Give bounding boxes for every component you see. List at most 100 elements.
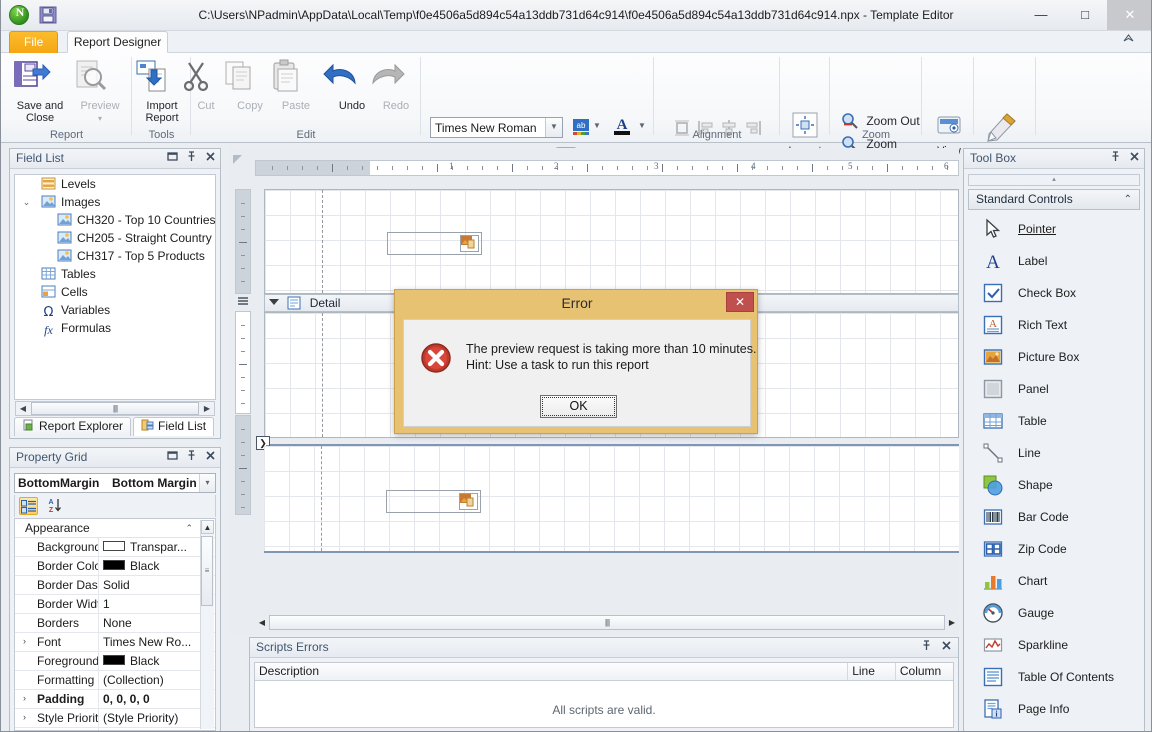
property-row[interactable]: Background Transpar... <box>15 538 215 557</box>
font-color-chevron-down-icon[interactable]: ▼ <box>638 121 646 130</box>
align-to-grid-icon[interactable] <box>672 118 692 138</box>
text-highlight-icon[interactable]: ab <box>571 117 591 137</box>
property-value[interactable]: Black <box>99 652 215 670</box>
object-selector-chevron-down-icon[interactable]: ▾ <box>199 474 215 492</box>
paste-button[interactable]: Paste <box>265 57 327 112</box>
tool-item-picture-box[interactable]: Picture Box <box>968 341 1140 373</box>
tree-node-ch317[interactable]: CH317 - Top 5 Products <box>15 247 215 265</box>
tool-item-gauge[interactable]: Gauge <box>968 597 1140 629</box>
scroll-thumb[interactable]: ≡ <box>201 536 213 606</box>
font-name-combo[interactable]: Times New Roman ▼ <box>430 117 563 138</box>
expand-icon[interactable]: › <box>23 712 26 722</box>
scripts-errors-pin-icon[interactable] <box>921 640 932 651</box>
expand-icon[interactable]: › <box>23 693 26 703</box>
property-grid-rows[interactable]: Appearance ⌃ Background Transpar... Bord… <box>14 518 216 731</box>
property-value[interactable]: Transpar... <box>99 538 215 556</box>
property-grid-restore-icon[interactable] <box>167 450 178 461</box>
error-ok-button[interactable]: OK <box>540 395 617 418</box>
align-lefts-icon[interactable] <box>696 118 716 138</box>
property-row[interactable]: › St (Collection) <box>15 728 215 730</box>
tool-box-close-icon[interactable] <box>1129 151 1140 162</box>
property-row[interactable]: Border Widt 1 <box>15 595 215 614</box>
categorized-view-icon[interactable] <box>19 497 38 515</box>
scroll-left-icon[interactable]: ◀ <box>255 618 269 627</box>
tool-item-chart[interactable]: Chart <box>968 565 1140 597</box>
column-header-column[interactable]: Column <box>896 663 953 680</box>
report-control-picturebox-2[interactable] <box>386 490 481 513</box>
band-resize-handle[interactable] <box>235 296 251 310</box>
property-row[interactable]: Border Colo Black <box>15 557 215 576</box>
tool-box-scroll-up-button[interactable]: ▴ <box>968 174 1140 186</box>
property-row[interactable]: Borders None <box>15 614 215 633</box>
property-value[interactable]: Times New Ro... <box>99 633 215 651</box>
property-value[interactable]: (Collection) <box>99 671 215 689</box>
highlight-chevron-down-icon[interactable]: ▼ <box>593 121 601 130</box>
scroll-thumb[interactable]: |||| <box>31 402 199 415</box>
property-row[interactable]: › Padding 0, 0, 0, 0 <box>15 690 215 709</box>
tree-node-variables[interactable]: Ω Variables <box>15 301 215 319</box>
tool-item-rich-text[interactable]: A Rich Text <box>968 309 1140 341</box>
property-value[interactable]: None <box>99 614 215 632</box>
zoom-out-button[interactable]: Zoom Out <box>841 112 920 129</box>
category-collapse-icon[interactable]: ⌃ <box>185 519 193 537</box>
property-value[interactable]: 0, 0, 0, 0 <box>99 690 215 708</box>
property-grid-vertical-scrollbar[interactable]: ▲ ≡ <box>200 520 214 729</box>
tree-node-ch320[interactable]: CH320 - Top 10 Countries Sal <box>15 211 215 229</box>
field-list-pin-icon[interactable] <box>186 151 197 162</box>
property-row[interactable]: › Style Priority (Style Priority) <box>15 709 215 728</box>
ribbon-help-icon[interactable] <box>1122 32 1135 45</box>
property-grid-close-icon[interactable] <box>205 450 216 461</box>
tool-item-check-box[interactable]: Check Box <box>968 277 1140 309</box>
expander-icon[interactable]: ⌄ <box>21 196 32 208</box>
tree-node-formulas[interactable]: fx Formulas <box>15 319 215 337</box>
property-value[interactable]: Solid <box>99 576 215 594</box>
tool-item-sparkline[interactable]: Sparkline <box>968 629 1140 661</box>
report-control-picturebox-1[interactable] <box>387 232 482 255</box>
font-name-chevron-down-icon[interactable]: ▼ <box>545 118 562 137</box>
property-row[interactable]: Formatting F (Collection) <box>15 671 215 690</box>
field-list-tree[interactable]: Levels ⌄ Images CH320 - Top 10 Countries… <box>14 174 216 400</box>
tool-item-table-of-contents[interactable]: Table Of Contents <box>968 661 1140 693</box>
maximize-button[interactable]: □ <box>1063 0 1107 30</box>
canvas-horizontal-scrollbar[interactable]: ◀ |||| ▶ <box>255 614 959 631</box>
scroll-right-icon[interactable]: ▶ <box>200 404 214 413</box>
minimize-button[interactable]: — <box>1019 0 1063 30</box>
field-list-horizontal-scrollbar[interactable]: ◀ |||| ▶ <box>15 401 215 416</box>
column-header-description[interactable]: Description <box>255 663 849 680</box>
sort-az-icon[interactable]: AZ <box>47 497 66 515</box>
tab-field-list[interactable]: Field List <box>133 417 215 436</box>
field-list-close-icon[interactable] <box>205 151 216 162</box>
tab-file[interactable]: File <box>9 31 59 53</box>
scroll-up-icon[interactable]: ▲ <box>201 520 214 534</box>
property-value[interactable]: (Collection) <box>99 728 215 730</box>
property-row[interactable]: Border Dash Solid <box>15 576 215 595</box>
category-collapse-icon[interactable]: ⌃ <box>1124 190 1132 209</box>
align-rights-icon[interactable] <box>743 118 763 138</box>
property-row[interactable]: Foreground Black <box>15 652 215 671</box>
font-color-icon[interactable]: A <box>611 115 633 138</box>
tree-node-ch205[interactable]: CH205 - Straight Country - Sal <box>15 229 215 247</box>
quick-access-customize-icon[interactable]: chevron-down-icon <box>76 6 94 24</box>
tree-node-images[interactable]: ⌄ Images <box>15 193 215 211</box>
property-grid-object-selector[interactable]: BottomMargin Bottom Margin ▾ <box>14 473 216 493</box>
tool-item-bar-code[interactable]: Bar Code <box>968 501 1140 533</box>
tool-box-item-list[interactable]: Pointer A Label Check Box A Rich Text Pi… <box>968 213 1140 731</box>
scroll-thumb[interactable]: |||| <box>269 615 945 630</box>
property-value[interactable]: Black <box>99 557 215 575</box>
tree-node-levels[interactable]: Levels <box>15 175 215 193</box>
scripts-errors-grid[interactable]: Description Line Column All scripts are … <box>254 662 954 728</box>
scroll-left-icon[interactable]: ◀ <box>16 404 30 413</box>
property-row[interactable]: › Font Times New Ro... <box>15 633 215 652</box>
tool-item-panel[interactable]: Panel <box>968 373 1140 405</box>
tool-item-line[interactable]: Line <box>968 437 1140 469</box>
property-value[interactable]: (Style Priority) <box>99 709 215 727</box>
quick-access-save-icon[interactable] <box>39 6 57 24</box>
tool-item-pointer[interactable]: Pointer <box>968 213 1140 245</box>
tool-item-zip-code[interactable]: Zip Code <box>968 533 1140 565</box>
field-list-restore-icon[interactable] <box>167 151 178 162</box>
band-collapse-icon[interactable] <box>269 299 279 305</box>
redo-button[interactable]: Redo <box>365 57 427 112</box>
save-and-close-button[interactable]: Save and Close <box>9 57 71 124</box>
scripts-errors-close-icon[interactable] <box>941 640 952 651</box>
tool-item-shape[interactable]: Shape <box>968 469 1140 501</box>
